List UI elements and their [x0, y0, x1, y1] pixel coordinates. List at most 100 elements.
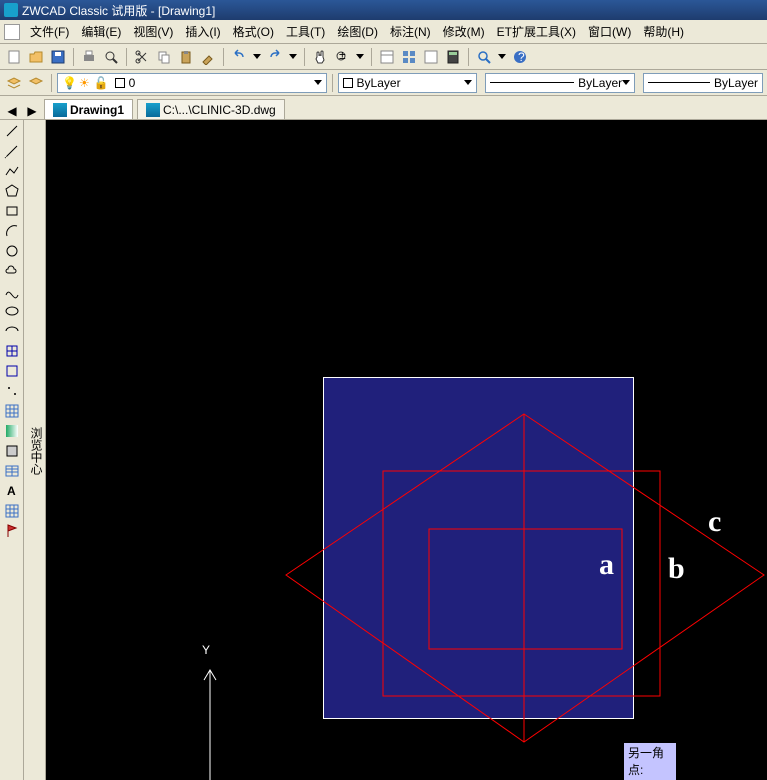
- new-button[interactable]: [4, 47, 24, 67]
- separator: [371, 48, 372, 66]
- svg-text:±: ±: [339, 49, 346, 62]
- menu-format[interactable]: 格式(O): [227, 23, 280, 40]
- ellipse-button[interactable]: [3, 302, 21, 320]
- magnifier-icon: [476, 49, 492, 65]
- line-button[interactable]: [3, 122, 21, 140]
- makeblock-button[interactable]: [3, 362, 21, 380]
- circle-button[interactable]: [3, 242, 21, 260]
- tab-drawing1[interactable]: Drawing1: [44, 99, 133, 119]
- calc-button[interactable]: [443, 47, 463, 67]
- color-label: ByLayer: [357, 76, 401, 90]
- menu-modify[interactable]: 修改(M): [437, 23, 491, 40]
- menu-window[interactable]: 窗口(W): [582, 23, 637, 40]
- arc-button[interactable]: [3, 222, 21, 240]
- zoom-window-button[interactable]: [474, 47, 494, 67]
- layers-icon: [6, 75, 22, 91]
- menu-edit[interactable]: 编辑(E): [75, 23, 127, 40]
- ellipse-icon: [4, 303, 20, 319]
- redo-dropdown[interactable]: [289, 54, 297, 59]
- hand-icon: [312, 49, 328, 65]
- layer-name: 0: [129, 76, 136, 90]
- rectangle-icon: [4, 203, 20, 219]
- dwg-icon: [146, 103, 160, 117]
- region-icon: [4, 443, 20, 459]
- save-button[interactable]: [48, 47, 68, 67]
- cut-button[interactable]: [132, 47, 152, 67]
- ellipsearc-button[interactable]: [3, 322, 21, 340]
- new-icon: [6, 49, 22, 65]
- toolpalette-button[interactable]: [421, 47, 441, 67]
- grid-icon: [401, 49, 417, 65]
- layer-manager-button[interactable]: [4, 73, 24, 93]
- tab-next-button[interactable]: ▶: [24, 103, 40, 119]
- menu-view[interactable]: 视图(V): [127, 23, 179, 40]
- properties-button[interactable]: [377, 47, 397, 67]
- designcenter-button[interactable]: [399, 47, 419, 67]
- clipboard-icon: [178, 49, 194, 65]
- browse-center-bar[interactable]: 浏览中心: [24, 120, 46, 780]
- circle-icon: [4, 243, 20, 259]
- undo-button[interactable]: [229, 47, 249, 67]
- standard-toolbar: ± ?: [0, 44, 767, 70]
- lineweight-combo[interactable]: ByLayer: [643, 73, 763, 93]
- menu-bar: 文件(F) 编辑(E) 视图(V) 插入(I) 格式(O) 工具(T) 绘图(D…: [0, 20, 767, 44]
- gradient-button[interactable]: [3, 422, 21, 440]
- separator: [73, 48, 74, 66]
- table2-button[interactable]: [3, 502, 21, 520]
- match-button[interactable]: [198, 47, 218, 67]
- ellipse-arc-icon: [4, 323, 20, 339]
- zoom-rt-button[interactable]: ±: [332, 47, 352, 67]
- hatch-button[interactable]: [3, 402, 21, 420]
- menu-insert[interactable]: 插入(I): [179, 23, 226, 40]
- color-combo[interactable]: ByLayer: [338, 73, 478, 93]
- workspace: A 浏览中心 a b c Y: [0, 120, 767, 780]
- print-button[interactable]: [79, 47, 99, 67]
- pan-button[interactable]: [310, 47, 330, 67]
- zoom-window-dropdown[interactable]: [498, 54, 506, 59]
- point-button[interactable]: [3, 382, 21, 400]
- cloud-icon: [4, 263, 20, 279]
- drawing-canvas[interactable]: a b c Y 另一角点:: [46, 120, 767, 780]
- ucs-axis: Y: [196, 640, 236, 780]
- region-button[interactable]: [3, 442, 21, 460]
- zoom-dropdown[interactable]: [356, 54, 364, 59]
- rectangle-button[interactable]: [3, 202, 21, 220]
- restore-icon[interactable]: [4, 24, 20, 40]
- brush-icon: [200, 49, 216, 65]
- menu-file[interactable]: 文件(F): [24, 23, 75, 40]
- menu-dim[interactable]: 标注(N): [384, 23, 437, 40]
- menu-help[interactable]: 帮助(H): [637, 23, 690, 40]
- redo-button[interactable]: [265, 47, 285, 67]
- flag-button[interactable]: [3, 522, 21, 540]
- polygon-button[interactable]: [3, 182, 21, 200]
- insert-button[interactable]: [3, 342, 21, 360]
- layer-combo[interactable]: 💡 ☀ 🔓 0: [57, 73, 327, 93]
- hatch-icon: [4, 403, 20, 419]
- table-button[interactable]: [3, 462, 21, 480]
- spline-button[interactable]: [3, 282, 21, 300]
- tab-prev-button[interactable]: ◀: [4, 103, 20, 119]
- xline-button[interactable]: [3, 142, 21, 160]
- copy-button[interactable]: [154, 47, 174, 67]
- mtext-button[interactable]: A: [3, 482, 21, 500]
- tab-label: Drawing1: [70, 103, 124, 117]
- polyline-icon: [4, 163, 20, 179]
- open-button[interactable]: [26, 47, 46, 67]
- layer-prev-button[interactable]: [26, 73, 46, 93]
- linetype-combo[interactable]: ByLayer: [485, 73, 635, 93]
- xline-icon: [4, 143, 20, 159]
- pline-button[interactable]: [3, 162, 21, 180]
- menu-et[interactable]: ET扩展工具(X): [491, 23, 582, 40]
- help-button[interactable]: ?: [510, 47, 530, 67]
- tab-clinic3d[interactable]: C:\...\CLINIC-3D.dwg: [137, 99, 285, 119]
- tab-label: C:\...\CLINIC-3D.dwg: [163, 103, 276, 117]
- undo-icon: [231, 49, 247, 65]
- revcloud-button[interactable]: [3, 262, 21, 280]
- menu-tools[interactable]: 工具(T): [280, 23, 331, 40]
- menu-draw[interactable]: 绘图(D): [331, 23, 384, 40]
- axis-y-label: Y: [202, 643, 210, 657]
- paste-button[interactable]: [176, 47, 196, 67]
- gradient-icon: [4, 423, 20, 439]
- undo-dropdown[interactable]: [253, 54, 261, 59]
- preview-button[interactable]: [101, 47, 121, 67]
